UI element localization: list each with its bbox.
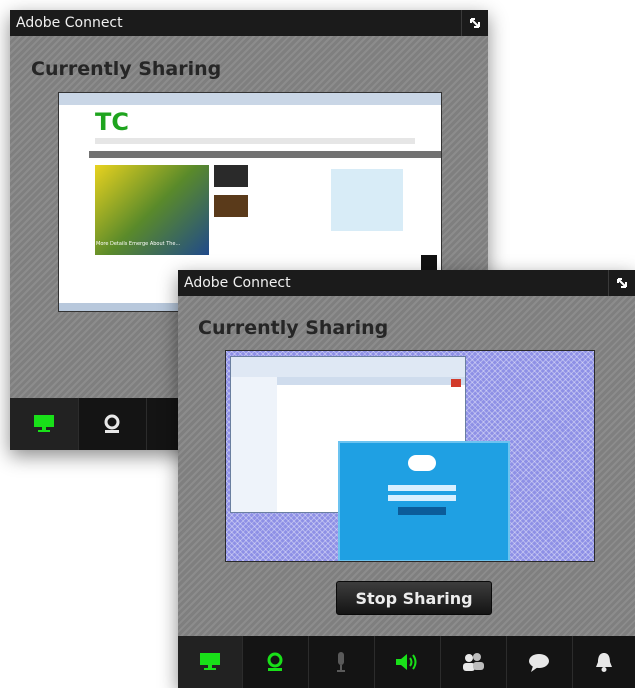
microphone-icon bbox=[337, 652, 345, 672]
front-speaker-button[interactable] bbox=[374, 636, 441, 688]
front-webcam-button[interactable] bbox=[242, 636, 309, 688]
screen-share-icon bbox=[34, 415, 54, 432]
webcam-icon bbox=[104, 414, 120, 433]
site-nav-bar bbox=[95, 138, 415, 144]
expand-icon bbox=[617, 278, 627, 288]
front-attendees-button[interactable] bbox=[440, 636, 507, 688]
front-chat-button[interactable] bbox=[506, 636, 573, 688]
stop-sharing-button[interactable]: Stop Sharing bbox=[336, 581, 492, 615]
site-logo: TC bbox=[95, 110, 135, 134]
front-share-screen-button[interactable] bbox=[178, 636, 243, 688]
explorer-close-icon bbox=[451, 379, 461, 387]
back-heading: Currently Sharing bbox=[31, 58, 222, 80]
front-microphone-button[interactable] bbox=[308, 636, 375, 688]
explorer-toolbar bbox=[277, 377, 465, 385]
article-thumb-1 bbox=[214, 165, 248, 187]
article-thumb-2 bbox=[214, 195, 248, 217]
attendees-icon bbox=[463, 653, 484, 671]
front-toolbar bbox=[178, 636, 635, 688]
webcam-icon bbox=[267, 652, 283, 671]
expand-icon bbox=[470, 18, 480, 28]
back-expand-button[interactable] bbox=[461, 10, 488, 36]
front-shared-screen bbox=[225, 350, 595, 562]
skype-field-2 bbox=[388, 495, 456, 501]
back-share-screen-button[interactable] bbox=[10, 398, 79, 450]
front-window-title: Adobe Connect bbox=[178, 270, 635, 296]
skype-logo bbox=[408, 455, 436, 471]
explorer-ribbon bbox=[231, 357, 465, 377]
back-window-title: Adobe Connect bbox=[10, 10, 488, 36]
skype-window bbox=[338, 441, 510, 561]
back-webcam-button[interactable] bbox=[78, 398, 147, 450]
front-expand-button[interactable] bbox=[608, 270, 635, 296]
side-ad bbox=[331, 169, 403, 231]
featured-caption: More Details Emerge About The... bbox=[96, 241, 181, 247]
skype-signin bbox=[398, 507, 446, 515]
site-green-bar bbox=[89, 151, 441, 158]
front-notification-button[interactable] bbox=[572, 636, 635, 688]
speaker-icon bbox=[396, 654, 417, 670]
chat-icon bbox=[529, 654, 549, 672]
front-adobe-connect-window: Adobe Connect Currently Sharing Stop Sha… bbox=[178, 270, 635, 688]
front-heading: Currently Sharing bbox=[198, 317, 389, 339]
skype-field-1 bbox=[388, 485, 456, 491]
screen-share-icon bbox=[200, 653, 220, 670]
explorer-sidebar bbox=[231, 377, 277, 512]
browser-chrome bbox=[59, 93, 441, 105]
notification-bell-icon bbox=[595, 653, 612, 672]
